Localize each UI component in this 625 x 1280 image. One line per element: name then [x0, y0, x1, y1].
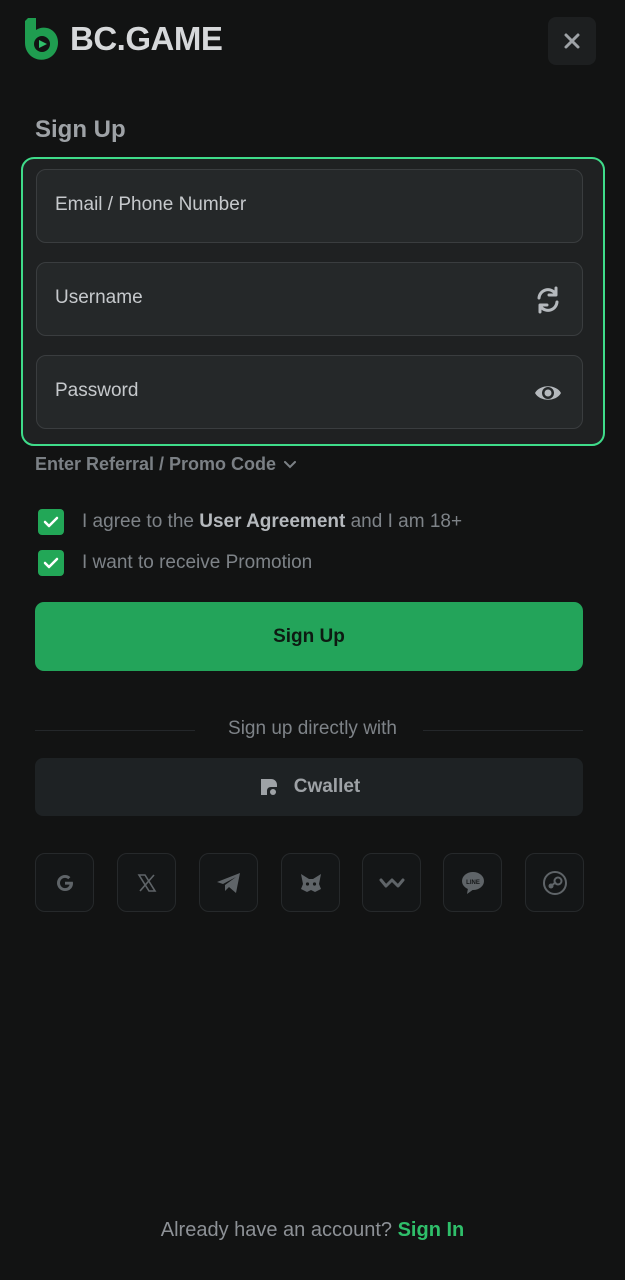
- telegram-button[interactable]: [199, 853, 258, 912]
- close-icon: [564, 33, 580, 49]
- promotion-text: I want to receive Promotion: [82, 552, 313, 573]
- username-field[interactable]: Username: [36, 262, 583, 336]
- steam-button[interactable]: [525, 853, 584, 912]
- promo-code-label: Enter Referral / Promo Code: [35, 454, 277, 474]
- bc-logo-icon: [25, 18, 58, 60]
- cwallet-button[interactable]: Cwallet: [35, 758, 583, 816]
- agreement-text: I agree to the User Agreement and I am 1…: [82, 511, 463, 532]
- user-agreement-link[interactable]: User Agreement: [199, 511, 345, 532]
- social-divider-text: Sign up directly with: [228, 718, 397, 739]
- promotion-row: I want to receive Promotion: [38, 550, 312, 576]
- walletconnect-button[interactable]: [362, 853, 421, 912]
- signin-link[interactable]: Sign In: [398, 1219, 465, 1241]
- cwallet-icon: [260, 779, 277, 795]
- signin-footer: Already have an account? Sign In: [0, 1219, 625, 1242]
- email-field[interactable]: Email / Phone Number: [36, 169, 583, 243]
- refresh-icon[interactable]: [534, 286, 562, 314]
- metamask-icon: [300, 873, 321, 892]
- check-icon: [43, 516, 59, 528]
- page-title: Sign Up: [35, 116, 126, 143]
- password-field[interactable]: Password: [36, 355, 583, 429]
- check-icon: [43, 557, 59, 569]
- google-button[interactable]: [35, 853, 94, 912]
- username-field-label: Username: [55, 287, 143, 308]
- close-button[interactable]: [548, 17, 596, 65]
- eye-icon[interactable]: [534, 379, 562, 407]
- agreement-checkbox[interactable]: [38, 509, 64, 535]
- promo-code-toggle[interactable]: Enter Referral / Promo Code: [35, 454, 297, 475]
- signup-form: Email / Phone Number Username Password: [21, 157, 605, 446]
- cwallet-label: Cwallet: [293, 776, 361, 797]
- header: BC.GAME: [0, 0, 625, 92]
- signup-button[interactable]: Sign Up: [35, 602, 583, 671]
- line-icon: LINE: [461, 871, 484, 894]
- agreement-row: I agree to the User Agreement and I am 1…: [38, 509, 462, 535]
- brand-name: BC.GAME: [70, 20, 223, 57]
- email-field-label: Email / Phone Number: [55, 194, 247, 215]
- metamask-button[interactable]: [281, 853, 340, 912]
- line-button[interactable]: LINE: [443, 853, 502, 912]
- promotion-checkbox[interactable]: [38, 550, 64, 576]
- signin-prompt: Already have an account?: [160, 1219, 398, 1241]
- chevron-down-icon: [284, 460, 297, 468]
- password-field-label: Password: [55, 380, 139, 401]
- telegram-icon: [216, 872, 240, 893]
- svg-text:LINE: LINE: [466, 880, 480, 886]
- x-button[interactable]: [117, 853, 176, 912]
- steam-icon: [542, 870, 567, 895]
- walletconnect-icon: [379, 878, 404, 887]
- x-icon: [137, 873, 156, 892]
- brand-logo[interactable]: BC.GAME: [22, 16, 223, 62]
- google-icon: [56, 874, 73, 891]
